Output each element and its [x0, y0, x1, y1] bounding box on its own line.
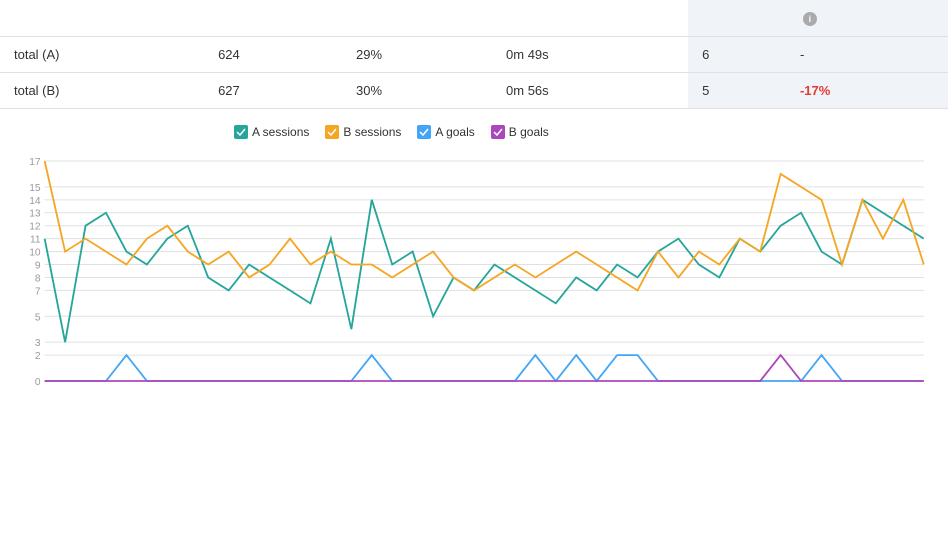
legend-item[interactable]: B goals	[491, 125, 549, 139]
legend-label: A sessions	[252, 125, 309, 139]
chart-svg: 0 2 3 5 7 8 9 10 11 12 13 14 15 17	[14, 151, 934, 401]
legend-label: B sessions	[343, 125, 401, 139]
svg-text:9: 9	[35, 261, 41, 272]
cell-variant: total (B)	[0, 73, 204, 109]
legend-item[interactable]: A sessions	[234, 125, 309, 139]
col-header-avg-session	[492, 0, 688, 37]
chart-container: 0 2 3 5 7 8 9 10 11 12 13 14 15 17	[14, 151, 934, 401]
cell-scrolls: 29%	[342, 37, 492, 73]
cell-improvement: -	[786, 37, 948, 73]
col-header-goal	[688, 0, 786, 37]
legend-icon	[417, 125, 431, 139]
svg-text:10: 10	[29, 248, 41, 259]
svg-text:15: 15	[29, 183, 41, 194]
ab-test-table: i total (A) 624 29% 0m 49s 6 - total (B)…	[0, 0, 948, 109]
svg-text:0: 0	[35, 377, 41, 388]
cell-improvement: -17%	[786, 73, 948, 109]
legend-item[interactable]: B sessions	[325, 125, 401, 139]
col-header-scrolls	[342, 0, 492, 37]
legend-icon	[234, 125, 248, 139]
legend-label: A goals	[435, 125, 474, 139]
col-header-sessions	[204, 0, 342, 37]
svg-text:17: 17	[29, 157, 41, 168]
improvement-info-icon[interactable]: i	[803, 12, 817, 26]
cell-sessions: 627	[204, 73, 342, 109]
legend-item[interactable]: A goals	[417, 125, 474, 139]
cell-variant: total (A)	[0, 37, 204, 73]
col-header-variants	[0, 0, 204, 37]
cell-avg-time: 0m 56s	[492, 73, 688, 109]
cell-avg-time: 0m 49s	[492, 37, 688, 73]
legend-icon	[325, 125, 339, 139]
svg-text:12: 12	[29, 222, 41, 233]
svg-text:7: 7	[35, 287, 41, 298]
cell-goal: 5	[688, 73, 786, 109]
cell-scrolls: 30%	[342, 73, 492, 109]
svg-text:13: 13	[29, 209, 41, 220]
svg-text:11: 11	[30, 235, 41, 246]
svg-text:5: 5	[35, 312, 41, 323]
chart-section: A sessions B sessions A goals B goals 0 2…	[0, 109, 948, 409]
table-row: total (B) 627 30% 0m 56s 5 -17%	[0, 73, 948, 109]
svg-text:14: 14	[29, 196, 41, 207]
chart-legend: A sessions B sessions A goals B goals	[234, 125, 549, 139]
legend-label: B goals	[509, 125, 549, 139]
col-header-improvement: i	[786, 0, 948, 37]
legend-icon	[491, 125, 505, 139]
table-row: total (A) 624 29% 0m 49s 6 -	[0, 37, 948, 73]
svg-text:3: 3	[35, 338, 41, 349]
cell-sessions: 624	[204, 37, 342, 73]
cell-goal: 6	[688, 37, 786, 73]
svg-text:2: 2	[35, 351, 41, 362]
svg-text:8: 8	[35, 274, 41, 285]
